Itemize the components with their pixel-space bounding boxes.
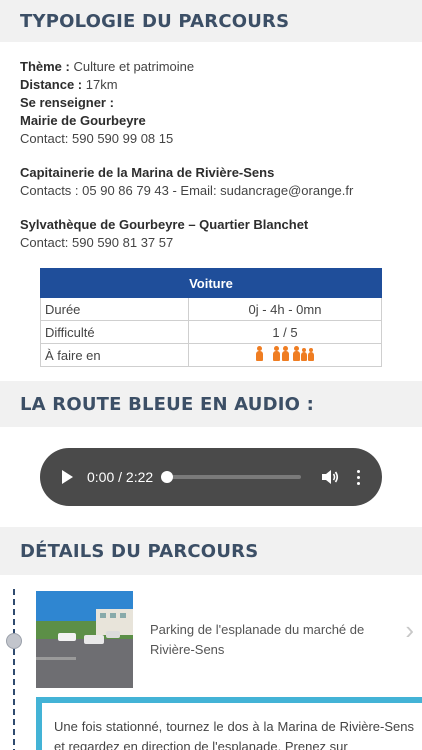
timeline-dot [6,633,22,649]
row-label: Difficulté [40,320,189,344]
step-caption[interactable]: Parking de l'esplanade du marché de Rivi… [150,620,390,660]
volume-icon[interactable] [321,469,339,485]
couple-icon [273,346,289,361]
row-value: 1 / 5 [188,320,382,344]
audio-seek-bar[interactable] [161,471,301,483]
row-value-icons [188,343,382,367]
audio-time: 0:00 / 2:22 [87,469,154,485]
distance-value: 17km [85,77,118,92]
trip-table-header: Voiture [40,268,382,298]
people-icons [256,346,314,361]
table-row: Durée 0j - 4h - 0mn [40,297,382,321]
contact-name: Mairie de Gourbeyre [20,113,146,128]
audio-player[interactable]: 0:00 / 2:22 [40,448,382,506]
row-value: 0j - 4h - 0mn [188,297,382,321]
step-photo[interactable] [36,591,133,688]
row-label: À faire en [40,343,189,367]
typologie-section-title: TYPOLOGIE DU PARCOURS [0,0,422,42]
timeline-line [13,589,15,750]
row-label: Durée [40,297,189,321]
contact-name: Capitainerie de la Marina de Rivière-Sen… [20,165,275,180]
trip-table: Voiture Durée 0j - 4h - 0mn Difficulté 1… [40,268,382,367]
play-icon[interactable] [62,470,73,484]
distance-label: Distance : [20,77,83,92]
theme-value: Culture et patrimoine [73,59,195,74]
audio-section-title: LA ROUTE BLEUE EN AUDIO : [0,381,422,427]
more-options-icon[interactable] [357,469,360,485]
typologie-info: Thème : Culture et patrimoine Distance :… [0,42,422,252]
table-row: Difficulté 1 / 5 [40,320,382,344]
details-section-title: DÉTAILS DU PARCOURS [0,527,422,575]
contact-line[interactable]: Contacts : 05 90 86 79 43 - Email: sudan… [20,182,402,200]
theme-label: Thème : [20,59,70,74]
person-icon [256,346,263,361]
group-icon [293,346,314,361]
contact-name: Sylvathèque de Gourbeyre – Quartier Blan… [20,217,309,232]
contact-line[interactable]: Contact: 590 590 81 37 57 [20,234,402,252]
contact-line[interactable]: Contact: 590 590 99 08 15 [20,130,402,148]
audio-area: 0:00 / 2:22 [0,427,422,527]
renseigner-label: Se renseigner : [20,95,114,110]
details-timeline: Parking de l'esplanade du marché de Rivi… [0,575,422,750]
chevron-right-icon[interactable]: › [405,615,414,646]
table-row: À faire en [40,343,382,367]
trip-table-wrap: Voiture Durée 0j - 4h - 0mn Difficulté 1… [0,268,422,367]
step-description: Une fois stationné, tournez le dos à la … [36,697,422,750]
seek-thumb[interactable] [161,471,174,483]
